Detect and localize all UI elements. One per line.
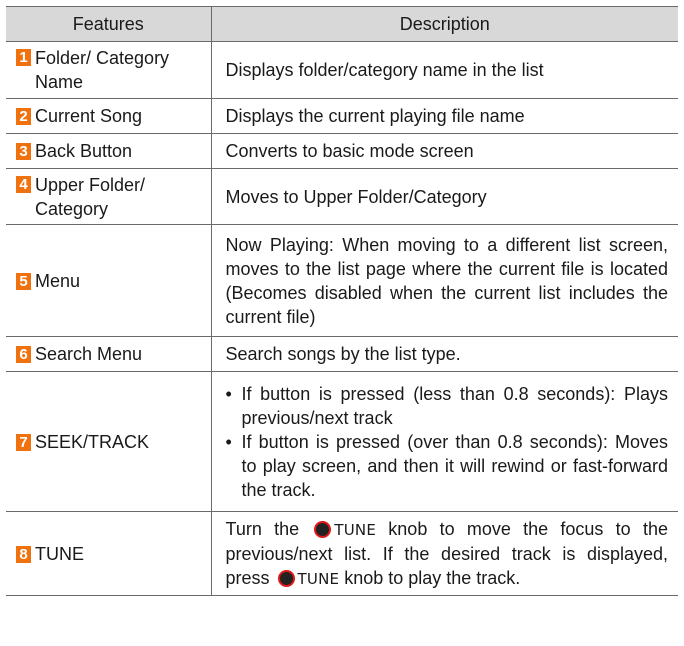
number-badge: 5 <box>16 272 31 290</box>
feature-label: TUNE <box>35 543 84 564</box>
feature-label: SEEK/TRACK <box>35 431 150 452</box>
feature-label: Menu <box>35 270 81 291</box>
feature-cell: 2 Current Song <box>6 98 212 134</box>
feature-label: Search Menu <box>35 344 143 364</box>
table-row: 8 TUNE Turn the TUNE knob to move the foc… <box>6 511 678 596</box>
feature-label: Folder/ Category Name <box>35 48 170 92</box>
table-row: 1 Folder/ Category Name Displays folder/… <box>6 41 678 99</box>
tune-label: TUNE <box>334 520 377 539</box>
feature-cell: 7 SEEK/TRACK <box>6 371 212 512</box>
description-cell: Converts to basic mode screen <box>211 133 678 169</box>
tune-label: TUNE <box>297 569 340 588</box>
description-cell: Search songs by the list type. <box>211 336 678 372</box>
description-cell: Turn the TUNE knob to move the focus to … <box>211 511 678 596</box>
bullet-list: If button is pressed (less than 0.8 seco… <box>226 382 669 502</box>
number-badge: 7 <box>16 433 31 451</box>
table-row: 6 Search Menu Search songs by the list ty… <box>6 336 678 372</box>
feature-cell: 5 Menu <box>6 224 212 337</box>
feature-cell: 1 Folder/ Category Name <box>6 41 212 99</box>
description-cell: Displays folder/category name in the lis… <box>211 41 678 99</box>
features-table: Features Description 1 Folder/ Category … <box>6 6 678 596</box>
header-features: Features <box>6 6 212 42</box>
number-badge: 4 <box>16 175 31 193</box>
description-text: knob to play the track. <box>344 567 521 588</box>
number-badge: 6 <box>16 346 31 363</box>
header-description: Description <box>211 6 678 42</box>
feature-label: Upper Folder/ Category <box>35 174 146 219</box>
feature-cell: 4 Upper Folder/ Category <box>6 168 212 225</box>
feature-label: Current Song <box>35 106 143 126</box>
table-row: 4 Upper Folder/ Category Moves to Upper … <box>6 168 678 225</box>
description-cell: Displays the current playing file name <box>211 98 678 134</box>
table-row: 2 Current Song Displays the current playi… <box>6 98 678 134</box>
bullet-item: If button is pressed (over than 0.8 seco… <box>226 430 669 502</box>
description-cell: Now Playing: When moving to a different … <box>211 224 678 337</box>
tune-knob-icon <box>314 520 332 538</box>
feature-cell: 6 Search Menu <box>6 336 212 372</box>
number-badge: 1 <box>16 49 31 66</box>
number-badge: 3 <box>16 143 31 160</box>
feature-label: Back Button <box>35 141 133 161</box>
table-row: 3 Back Button Converts to basic mode scre… <box>6 133 678 169</box>
description-text: Turn the <box>225 518 300 539</box>
bullet-item: If button is pressed (less than 0.8 seco… <box>226 382 669 430</box>
feature-cell: 8 TUNE <box>6 511 212 596</box>
number-badge: 2 <box>16 108 31 125</box>
table-row: 5 Menu Now Playing: When moving to a diff… <box>6 224 678 337</box>
table-header-row: Features Description <box>6 6 678 42</box>
tune-knob-icon <box>277 569 295 587</box>
table-row: 7SEEK/TRACK If button is pressed (less t… <box>6 371 678 512</box>
feature-cell: 3 Back Button <box>6 133 212 169</box>
description-cell: Moves to Upper Folder/Category <box>211 168 678 225</box>
document-page: Features Description 1 Folder/ Category … <box>0 0 684 646</box>
number-badge: 8 <box>16 545 31 563</box>
description-cell: If button is pressed (less than 0.8 seco… <box>211 371 678 512</box>
